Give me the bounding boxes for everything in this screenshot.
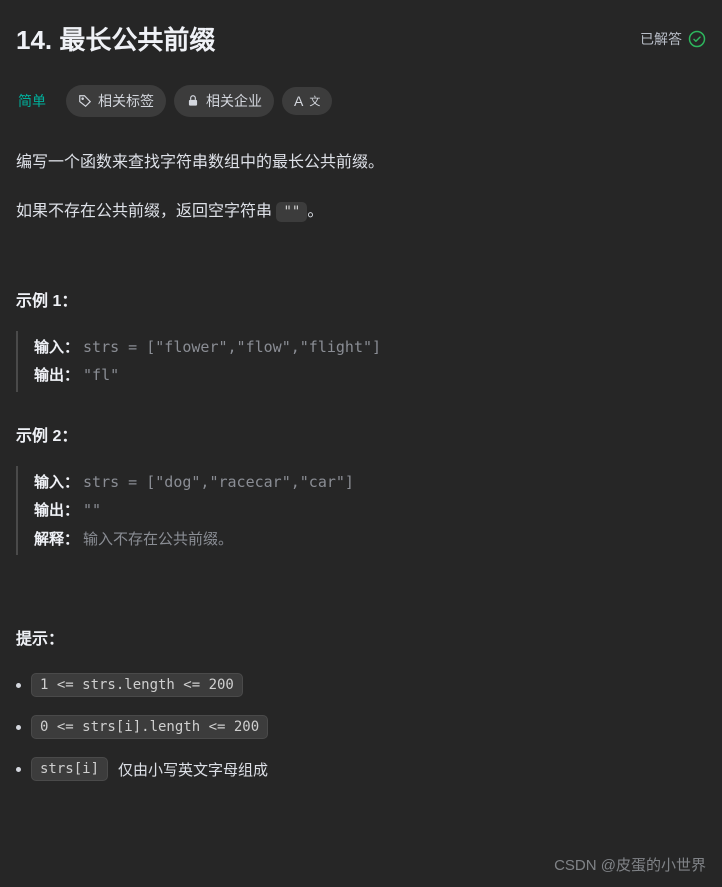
header-row: 14. 最长公共前缀 已解答: [16, 20, 706, 57]
status-label: 已解答: [640, 29, 682, 49]
example-2-explain-value: 输入不存在公共前缀。: [83, 530, 233, 548]
example-1-block: 输入：strs = ["flower","flow","flight"] 输出：…: [16, 331, 706, 392]
watermark: CSDN @皮蛋的小世界: [554, 854, 706, 875]
hint-1-code: 1 <= strs.length <= 200: [31, 673, 243, 697]
empty-string-code: "": [276, 202, 307, 222]
related-companies-button[interactable]: 相关企业: [174, 85, 274, 117]
problem-title: 14. 最长公共前缀: [16, 20, 215, 57]
translate-icon-label: A: [294, 93, 303, 109]
hint-2-code: 0 <= strs[i].length <= 200: [31, 715, 268, 739]
description-line-1: 编写一个函数来查找字符串数组中的最长公共前缀。: [16, 149, 706, 178]
hint-3-code: strs[i]: [31, 757, 108, 781]
example-2-explain-label: 解释：: [34, 530, 79, 548]
example-2-output-value: "": [83, 501, 101, 519]
desc-line2-suffix: 。: [307, 203, 323, 220]
desc-line2-prefix: 如果不存在公共前缀，返回空字符串: [16, 203, 276, 220]
hint-3-text: 仅由小写英文字母组成: [118, 759, 268, 780]
hints-title: 提示：: [16, 625, 706, 649]
difficulty-tag[interactable]: 简单: [16, 85, 58, 117]
description-line-2: 如果不存在公共前缀，返回空字符串 ""。: [16, 198, 706, 227]
related-tags-label: 相关标签: [98, 91, 154, 111]
example-1-input-value: strs = ["flower","flow","flight"]: [83, 338, 381, 356]
tags-row: 简单 相关标签 相关企业 A文: [16, 85, 706, 117]
example-1-title: 示例 1：: [16, 287, 706, 311]
example-1-input-label: 输入：: [34, 338, 79, 356]
translate-icon-sub: 文: [309, 93, 320, 109]
hint-item-1: 1 <= strs.length <= 200: [16, 673, 706, 697]
lock-icon: [186, 94, 200, 108]
related-tags-button[interactable]: 相关标签: [66, 85, 166, 117]
example-2-output-label: 输出：: [34, 501, 79, 519]
example-2-title: 示例 2：: [16, 422, 706, 446]
hint-item-2: 0 <= strs[i].length <= 200: [16, 715, 706, 739]
status-badge: 已解答: [640, 29, 706, 49]
example-2-block: 输入：strs = ["dog","racecar","car"] 输出："" …: [16, 466, 706, 556]
hints-list: 1 <= strs.length <= 200 0 <= strs[i].len…: [16, 673, 706, 781]
tag-icon: [78, 94, 92, 108]
translate-button[interactable]: A文: [282, 87, 332, 115]
hint-item-3: strs[i] 仅由小写英文字母组成: [16, 757, 706, 781]
example-2-input-label: 输入：: [34, 473, 79, 491]
example-2-input-value: strs = ["dog","racecar","car"]: [83, 473, 354, 491]
example-1-output-label: 输出：: [34, 366, 79, 384]
example-1-output-value: "fl": [83, 366, 119, 384]
related-companies-label: 相关企业: [206, 91, 262, 111]
check-circle-icon: [688, 30, 706, 48]
